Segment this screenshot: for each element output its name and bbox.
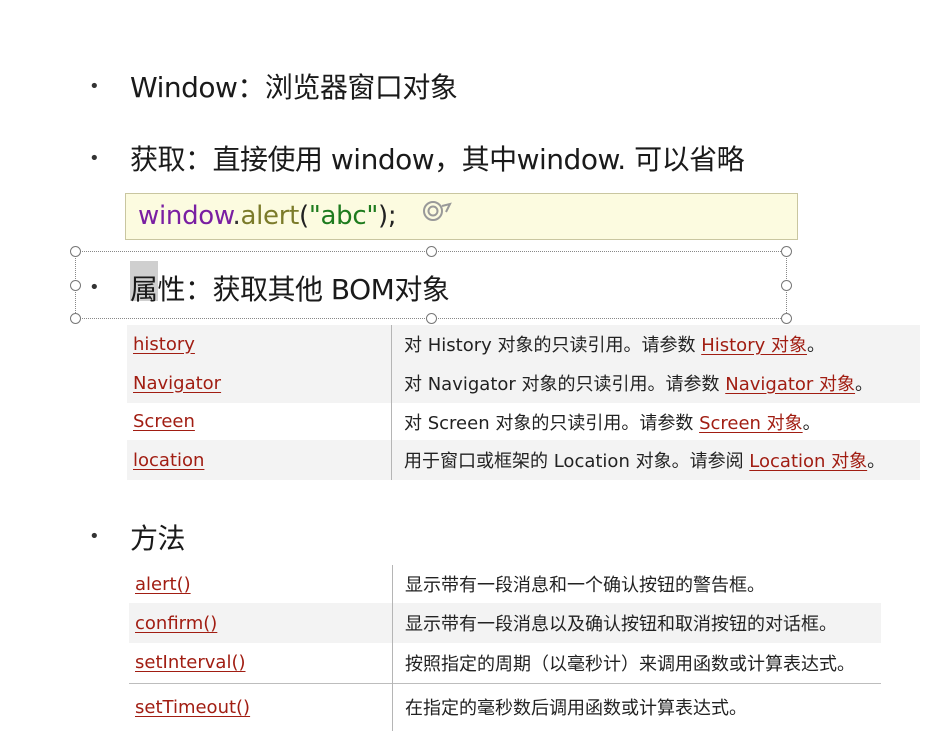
property-name-cell: location	[127, 440, 392, 480]
properties-table: history 对 History 对象的只读引用。请参数 History 对象…	[127, 325, 920, 480]
table-row: history 对 History 对象的只读引用。请参数 History 对象…	[127, 325, 920, 363]
bullet-dot: •	[89, 277, 100, 298]
method-desc: 按照指定的周期（以毫秒计）来调用函数或计算表达式。	[405, 653, 855, 675]
property-name-cell: Navigator	[127, 363, 392, 403]
property-name-cell: Screen	[127, 403, 392, 440]
code-close: );	[377, 201, 397, 231]
code-snippet-box: window.alert("abc");	[125, 193, 798, 240]
property-desc: 对 Screen 对象的只读引用。请参数	[404, 412, 700, 434]
table-row: alert() 显示带有一段消息和一个确认按钮的警告框。	[129, 565, 881, 603]
selection-handle-middle-right[interactable]	[781, 280, 792, 291]
property-desc: 对 History 对象的只读引用。请参数	[404, 335, 702, 356]
bullet-dot: •	[89, 76, 100, 97]
code-method: alert	[240, 201, 299, 231]
property-desc-end: 。	[855, 374, 874, 395]
selection-handle-bottom-middle[interactable]	[426, 313, 437, 324]
property-link[interactable]: Screen	[133, 411, 195, 432]
method-link[interactable]: alert()	[135, 574, 191, 595]
code-object: window	[138, 201, 233, 231]
selection-handle-top-middle[interactable]	[426, 246, 437, 257]
bullet-dot: •	[89, 526, 100, 547]
property-desc: 用于窗口或框架的 Location 对象。请参阅	[404, 451, 750, 472]
method-link[interactable]: confirm()	[135, 613, 217, 634]
method-desc-cell: 显示带有一段消息和一个确认按钮的警告框。	[393, 565, 882, 603]
method-desc-cell: 显示带有一段消息以及确认按钮和取消按钮的对话框。	[392, 603, 881, 643]
bullet-dot: •	[89, 148, 100, 169]
property-link[interactable]: history	[133, 334, 195, 355]
method-desc: 显示带有一段消息以及确认按钮和取消按钮的对话框。	[405, 614, 837, 635]
method-name-cell: setInterval()	[129, 643, 393, 683]
method-desc: 在指定的毫秒数后调用函数或计算表达式。	[405, 698, 747, 720]
table-row: setTimeout() 在指定的毫秒数后调用函数或计算表达式。	[129, 683, 881, 731]
property-desc-end: 。	[806, 335, 825, 356]
selection-handle-middle-left[interactable]	[70, 280, 81, 291]
method-name-cell: setTimeout()	[129, 683, 393, 731]
method-desc-cell: 在指定的毫秒数后调用函数或计算表达式。	[393, 683, 882, 731]
selection-handle-top-right[interactable]	[781, 246, 792, 257]
property-desc-cell: 对 Screen 对象的只读引用。请参数 Screen 对象。	[392, 403, 921, 440]
method-desc-cell: 按照指定的周期（以毫秒计）来调用函数或计算表达式。	[393, 643, 882, 683]
property-desc: 对 Navigator 对象的只读引用。请参数	[404, 374, 726, 395]
property-desc-cell: 对 History 对象的只读引用。请参数 History 对象。	[391, 325, 920, 363]
property-ref-link[interactable]: History 对象	[701, 335, 807, 356]
code-line: window.alert("abc");	[138, 201, 397, 231]
property-link[interactable]: location	[133, 450, 204, 471]
method-name-cell: confirm()	[129, 603, 393, 643]
table-row: confirm() 显示带有一段消息以及确认按钮和取消按钮的对话框。	[129, 603, 881, 643]
heading-window-object: Window：浏览器窗口对象	[130, 71, 458, 104]
property-desc-cell: 对 Navigator 对象的只读引用。请参数 Navigator 对象。	[391, 363, 920, 403]
table-row: setInterval() 按照指定的周期（以毫秒计）来调用函数或计算表达式。	[129, 643, 881, 683]
heading-get-window: 获取：直接使用 window，其中window. 可以省略	[130, 143, 745, 176]
heading-methods: 方法	[130, 522, 186, 555]
property-ref-link[interactable]: Navigator 对象	[725, 374, 855, 395]
selection-handle-top-left[interactable]	[70, 246, 81, 257]
method-desc: 显示带有一段消息和一个确认按钮的警告框。	[405, 575, 765, 596]
table-row: Screen 对 Screen 对象的只读引用。请参数 Screen 对象。	[127, 403, 920, 440]
property-desc-cell: 用于窗口或框架的 Location 对象。请参阅 Location 对象。	[391, 440, 920, 480]
table-row: Navigator 对 Navigator 对象的只读引用。请参数 Naviga…	[127, 363, 920, 403]
heading-properties[interactable]: 属性：获取其他 BOM对象	[130, 268, 450, 308]
table-row: location 用于窗口或框架的 Location 对象。请参阅 Locati…	[127, 440, 920, 480]
methods-table: alert() 显示带有一段消息和一个确认按钮的警告框。 confirm() 显…	[129, 565, 881, 731]
selection-handle-bottom-left[interactable]	[70, 313, 81, 324]
properties-first-char: 属	[130, 273, 158, 306]
refresh-icon[interactable]	[420, 196, 454, 230]
property-ref-link[interactable]: Screen 对象	[699, 413, 803, 434]
property-ref-link[interactable]: Location 对象	[749, 451, 867, 472]
method-link[interactable]: setTimeout()	[135, 697, 250, 718]
property-name-cell: history	[127, 325, 392, 363]
method-name-cell: alert()	[129, 565, 393, 603]
property-link[interactable]: Navigator	[133, 373, 221, 394]
code-string: "abc"	[308, 201, 378, 231]
property-desc-end: 。	[867, 451, 886, 472]
property-desc-end: 。	[802, 412, 821, 434]
method-link[interactable]: setInterval()	[135, 652, 246, 673]
properties-rest: 性：获取其他 BOM对象	[157, 273, 450, 306]
selection-handle-bottom-right[interactable]	[781, 313, 792, 324]
code-paren-open: (	[298, 201, 309, 231]
